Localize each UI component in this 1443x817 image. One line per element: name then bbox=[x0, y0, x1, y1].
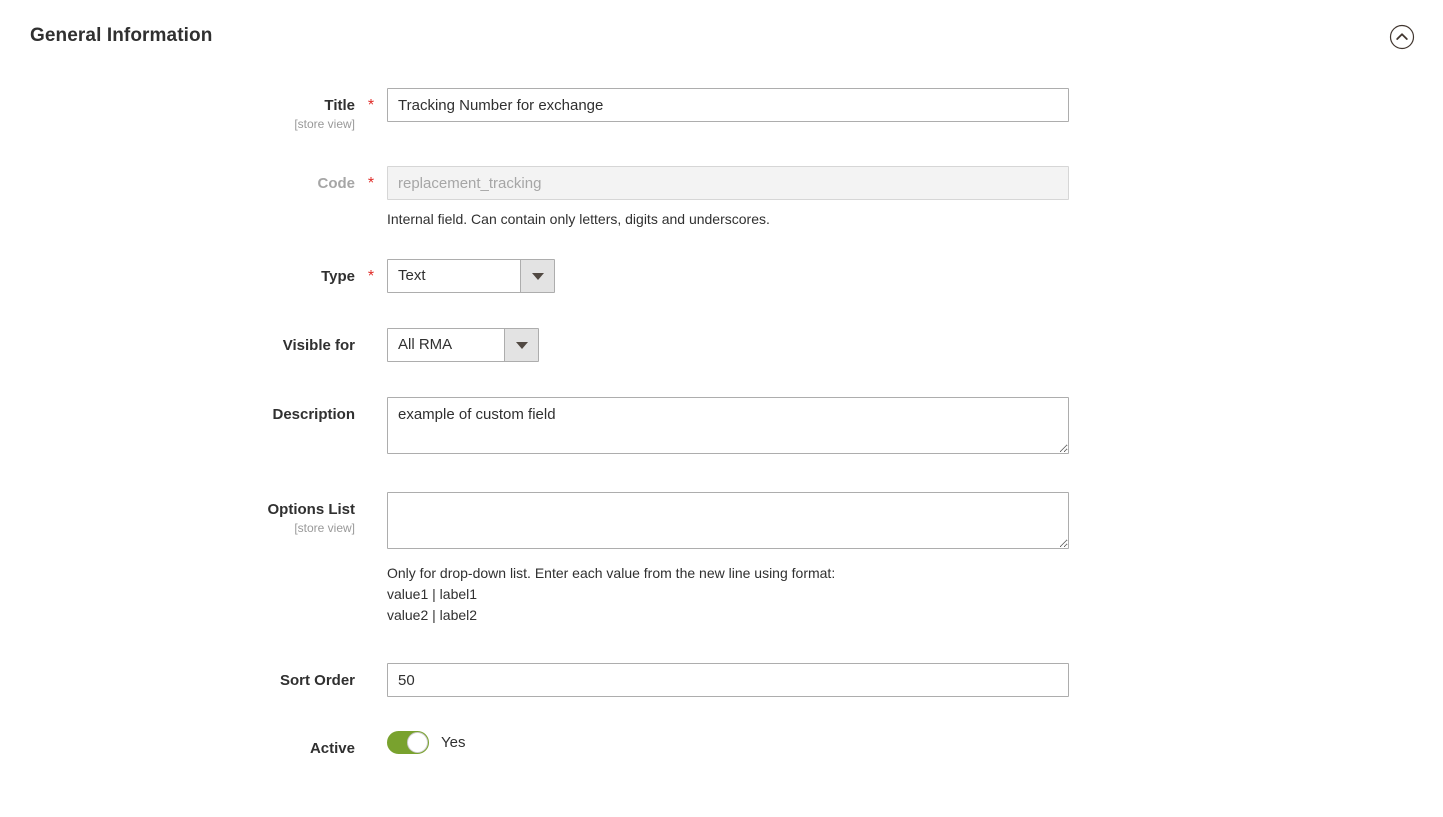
page-title: General Information bbox=[30, 25, 212, 47]
control-active: Yes bbox=[387, 731, 1443, 754]
scope-note-title: [store view] bbox=[0, 117, 355, 131]
required-marker-visible-for bbox=[355, 328, 387, 337]
required-marker-sort-order bbox=[355, 663, 387, 672]
field-row-sort-order: Sort Order bbox=[0, 663, 1443, 697]
field-row-title: Title [store view] * bbox=[0, 88, 1443, 131]
active-toggle[interactable] bbox=[387, 731, 429, 754]
field-label-active: Active bbox=[0, 740, 355, 758]
label-options-list: Options List [store view] bbox=[0, 492, 355, 535]
label-visible-for: Visible for bbox=[0, 328, 355, 355]
description-textarea[interactable]: example of custom field bbox=[387, 397, 1069, 454]
chevron-up-circle-icon[interactable] bbox=[1389, 24, 1415, 50]
chevron-down-glyph bbox=[516, 342, 528, 349]
field-row-active: Active Yes bbox=[0, 731, 1443, 758]
label-description: Description bbox=[0, 397, 355, 424]
code-hint: Internal field. Can contain only letters… bbox=[387, 209, 1443, 230]
control-type: Text bbox=[387, 259, 1443, 293]
label-code: Code bbox=[0, 166, 355, 193]
general-information-form: Title [store view] * Code * Internal fie… bbox=[0, 74, 1443, 758]
control-sort-order bbox=[387, 663, 1443, 697]
field-label-code: Code bbox=[0, 175, 355, 193]
active-toggle-label: Yes bbox=[441, 734, 465, 751]
field-label-options-list: Options List bbox=[0, 501, 355, 519]
field-row-visible-for: Visible for All RMA bbox=[0, 328, 1443, 362]
required-star: * bbox=[368, 98, 374, 114]
label-active: Active bbox=[0, 731, 355, 758]
chevron-up-circle-icon-svg bbox=[1389, 24, 1415, 50]
required-marker-type: * bbox=[355, 259, 387, 286]
label-sort-order: Sort Order bbox=[0, 663, 355, 690]
sort-order-input[interactable] bbox=[387, 663, 1069, 697]
required-marker-active bbox=[355, 731, 387, 740]
field-label-sort-order: Sort Order bbox=[0, 672, 355, 690]
chevron-down-icon[interactable] bbox=[504, 329, 538, 361]
visible-for-select[interactable]: All RMA bbox=[387, 328, 539, 362]
field-row-options-list: Options List [store view] Only for drop-… bbox=[0, 492, 1443, 626]
scope-note-options-list: [store view] bbox=[0, 521, 355, 535]
required-marker-options-list bbox=[355, 492, 387, 501]
control-options-list: Only for drop-down list. Enter each valu… bbox=[387, 492, 1443, 626]
required-marker-code: * bbox=[355, 166, 387, 193]
field-label-type: Type bbox=[0, 268, 355, 286]
options-list-textarea[interactable] bbox=[387, 492, 1069, 549]
control-code: Internal field. Can contain only letters… bbox=[387, 166, 1443, 230]
field-label-title: Title bbox=[0, 97, 355, 115]
chevron-down-icon[interactable] bbox=[520, 260, 554, 292]
required-star: * bbox=[368, 269, 374, 285]
label-type: Type bbox=[0, 259, 355, 286]
field-row-description: Description example of custom field bbox=[0, 397, 1443, 459]
required-marker-title: * bbox=[355, 88, 387, 115]
control-description: example of custom field bbox=[387, 397, 1443, 459]
type-select[interactable]: Text bbox=[387, 259, 555, 293]
code-input bbox=[387, 166, 1069, 200]
section-header: General Information bbox=[0, 0, 1443, 74]
required-star: * bbox=[368, 176, 374, 192]
field-row-type: Type * Text bbox=[0, 259, 1443, 293]
label-title: Title [store view] bbox=[0, 88, 355, 131]
options-list-hint: Only for drop-down list. Enter each valu… bbox=[387, 563, 1443, 626]
chevron-down-glyph bbox=[532, 273, 544, 280]
control-visible-for: All RMA bbox=[387, 328, 1443, 362]
control-title bbox=[387, 88, 1443, 122]
field-label-visible-for: Visible for bbox=[0, 337, 355, 355]
field-row-code: Code * Internal field. Can contain only … bbox=[0, 166, 1443, 230]
field-label-description: Description bbox=[0, 406, 355, 424]
required-marker-description bbox=[355, 397, 387, 406]
active-toggle-knob bbox=[407, 732, 428, 753]
title-input[interactable] bbox=[387, 88, 1069, 122]
